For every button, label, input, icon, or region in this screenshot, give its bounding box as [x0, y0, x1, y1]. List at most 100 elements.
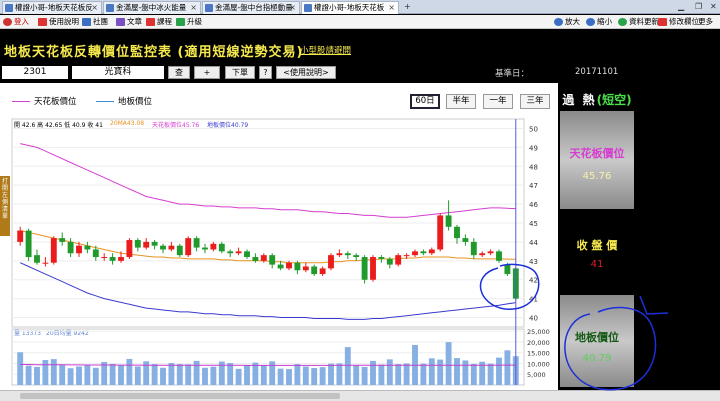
site-icon [205, 4, 213, 12]
edit-fields-label: 修改欄位 [669, 17, 699, 26]
browser-tab-2[interactable]: 金滿屋-盤中冰火能量 × [103, 1, 201, 14]
add-button[interactable]: + [194, 66, 220, 79]
browser-tab-bar: 權證小哥-地板天花板反 × 金滿屋-盤中冰火能量 × 金滿屋-盤中台指極動量 × 權證… [0, 0, 720, 14]
more-button[interactable]: 更多 [698, 16, 713, 28]
close-icon[interactable]: × [388, 2, 395, 14]
browser-tab-1[interactable]: 權證小哥-地板天花板反 × [2, 1, 102, 14]
volume-bar [202, 367, 208, 385]
volume-bar [244, 365, 250, 385]
help-button[interactable]: ? [259, 66, 272, 79]
usage-help-button[interactable]: <使用說明> [276, 66, 336, 79]
upgrade-button[interactable]: 升級 [176, 16, 202, 28]
volume-bar [109, 363, 116, 385]
volume-bar [126, 358, 133, 385]
candle-body [118, 257, 124, 261]
candle-body [445, 215, 452, 227]
login-button[interactable]: 登入 [3, 16, 29, 28]
minimize-icon[interactable]: ▁ [678, 1, 684, 13]
volume-bar [336, 363, 343, 385]
price-tick-label: 45 [529, 220, 538, 228]
zoom-in-icon [554, 18, 563, 26]
close-block: 收 盤 價 41 [560, 213, 634, 273]
candle-body [428, 249, 435, 254]
volume-bar [403, 363, 410, 385]
status-word: 過 熱 [562, 93, 597, 107]
new-tab-icon[interactable]: + [404, 1, 411, 13]
volume-bar [277, 368, 284, 385]
volume-bar [361, 366, 368, 385]
browser-tab-4[interactable]: 權證小哥-地板天花板 × [301, 1, 399, 14]
horizontal-scrollbar[interactable] [0, 390, 720, 401]
volume-bar [311, 367, 318, 385]
volume-bar [25, 365, 32, 385]
candle-body [319, 268, 326, 275]
candle-body [17, 230, 24, 242]
zoom-in-button[interactable]: 放大 [554, 16, 580, 28]
browser-tab-3[interactable]: 金滿屋-盤中台指極動量 × [202, 1, 300, 14]
volume-bar [134, 366, 141, 385]
candle-body [496, 251, 502, 261]
manual-button[interactable]: 使用說明 [38, 16, 79, 28]
refresh-data-button[interactable]: 資料更新 [618, 16, 659, 28]
price-tick-label: 41 [529, 296, 538, 304]
volume-bar [67, 368, 74, 385]
window-close-icon[interactable]: ✕ [710, 1, 717, 13]
order-button[interactable]: 下單 [225, 66, 255, 79]
book-icon [38, 18, 47, 26]
candle-body [479, 253, 486, 256]
volume-bar [445, 342, 452, 385]
price-tick-label: 47 [529, 182, 538, 190]
price-tick-label: 46 [529, 201, 538, 209]
volume-bar [328, 363, 334, 385]
ceiling-line [20, 143, 516, 218]
query-button[interactable]: 查 [168, 66, 190, 79]
floor-block: 地板價位 40.79 [560, 295, 634, 387]
candle-body [403, 255, 410, 257]
tab-label: 金滿屋-盤中冰火能量 [116, 3, 187, 12]
zoom-out-label: 縮小 [597, 17, 612, 26]
candle-body [84, 245, 91, 250]
candle-body [487, 251, 494, 254]
candle-body [227, 251, 234, 254]
login-label: 登入 [14, 17, 29, 26]
price-tick-label: 44 [529, 239, 538, 247]
close-value: 41 [590, 259, 604, 270]
candle-body [151, 241, 158, 246]
volume-bar [286, 369, 292, 385]
volume-tick-label: 25,000 [527, 328, 550, 336]
volume-bar [185, 364, 192, 385]
volume-bar [395, 364, 402, 385]
stock-code-input[interactable]: 2301 [2, 66, 68, 79]
zoom-out-icon [586, 18, 595, 26]
floor-label: 地板價位 [575, 331, 619, 344]
volume-bar [487, 363, 494, 385]
close-label: 收 盤 價 [576, 239, 618, 252]
candle-body [504, 264, 511, 275]
close-icon[interactable]: × [289, 2, 296, 14]
stock-input-row: 2301 光寶科 查 + 下單 ? <使用說明> 基準日： 20171101 [0, 63, 636, 81]
restore-icon[interactable]: ❐ [695, 1, 702, 13]
candle-body [260, 255, 267, 261]
candlestick-chart: 40 41 42 43 44 45 46 47 48 49 50 5,000 10,000 15,000 2… [11, 118, 550, 386]
volume-bar [84, 364, 91, 385]
course-button[interactable]: 課程 [146, 16, 172, 28]
zoom-out-button[interactable]: 縮小 [586, 16, 612, 28]
more-label: 更多 [698, 17, 713, 26]
article-button[interactable]: 文章 [116, 16, 142, 28]
scrollbar-thumb[interactable] [20, 393, 340, 399]
signal-panel: 過 熱(短空) 天花板價位 45.76 收 盤 價 41 地板價位 40.79 [558, 83, 636, 390]
candle-body [412, 251, 418, 256]
edit-fields-button[interactable]: 修改欄位 [658, 16, 699, 28]
candle-body [143, 241, 150, 248]
article-icon [116, 18, 125, 26]
close-icon[interactable]: × [91, 2, 98, 14]
volume-bar [34, 366, 40, 385]
candle-body [202, 247, 208, 250]
volume-bar [504, 350, 511, 385]
candle-body [92, 249, 99, 258]
community-button[interactable]: 社團 [82, 16, 108, 28]
volume-bar [168, 363, 175, 385]
close-icon[interactable]: × [190, 2, 197, 14]
volume-bar [302, 366, 309, 385]
stock-name-field: 光寶科 [72, 66, 164, 79]
